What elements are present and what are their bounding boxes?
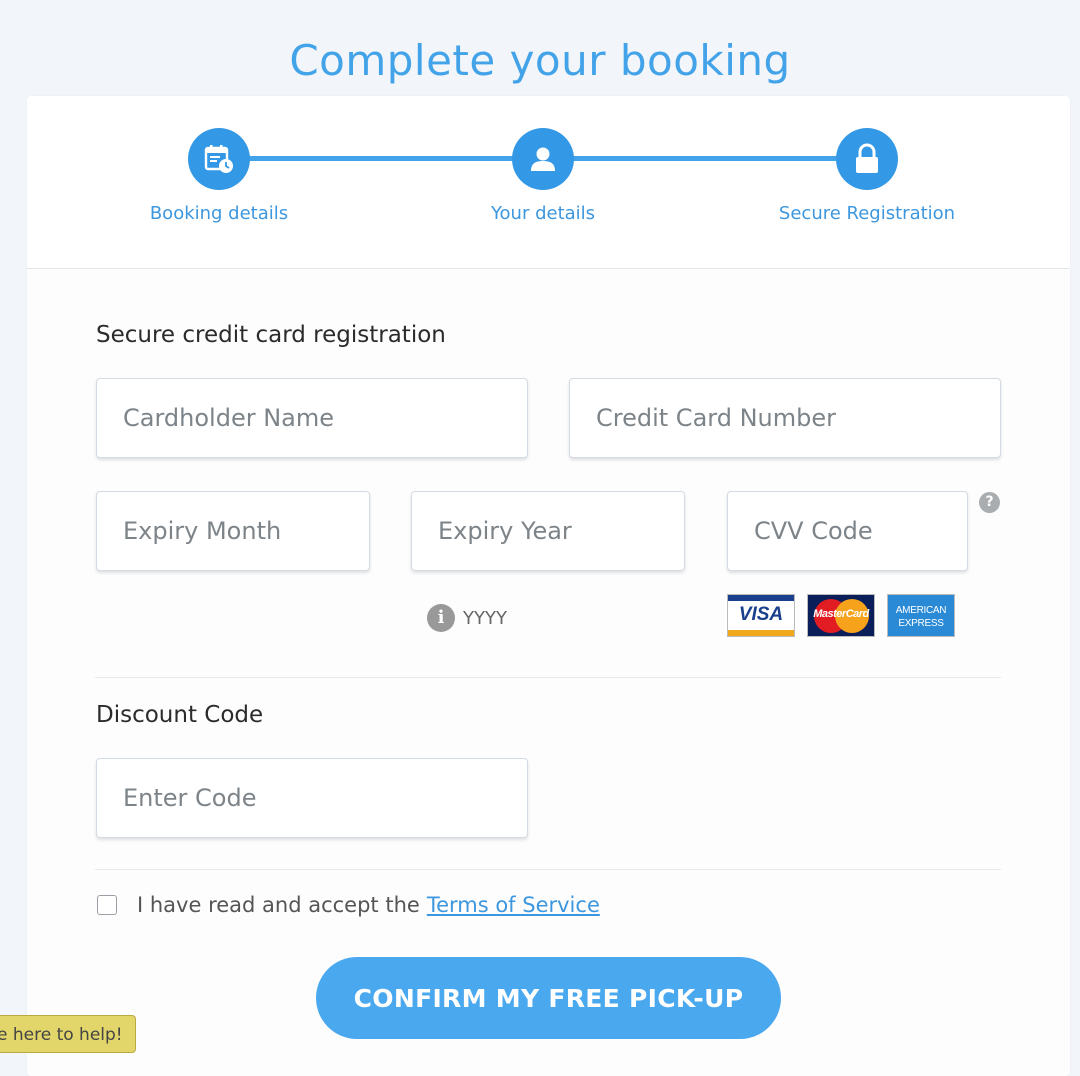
discount-code-input[interactable] xyxy=(96,758,528,838)
credit-card-section-title: Secure credit card registration xyxy=(96,322,446,348)
confirm-pickup-button[interactable]: CONFIRM MY FREE PICK-UP xyxy=(316,957,781,1039)
lock-icon xyxy=(836,128,898,190)
page-title: Complete your booking xyxy=(289,36,791,86)
user-icon xyxy=(512,128,574,190)
question-mark-icon[interactable]: ? xyxy=(979,492,1000,513)
expiry-year-input[interactable] xyxy=(411,491,685,571)
terms-checkbox[interactable] xyxy=(97,895,117,915)
terms-row: I have read and accept the Terms of Serv… xyxy=(97,893,600,917)
progress-steps: Booking details Your details Secure Regi… xyxy=(27,96,1070,269)
booking-card: Booking details Your details Secure Regi… xyxy=(27,96,1070,1076)
visa-logo: VISA xyxy=(727,594,795,637)
step-secure-registration[interactable]: Secure Registration xyxy=(747,128,987,224)
divider xyxy=(95,677,1001,678)
accepted-cards: VISA MasterCard AMERICAN EXPRESS xyxy=(727,594,955,637)
divider xyxy=(95,869,1001,870)
american-express-logo: AMERICAN EXPRESS xyxy=(887,594,955,637)
cardholder-name-input[interactable] xyxy=(96,378,528,458)
year-format-text: YYYY xyxy=(463,607,507,629)
terms-text: I have read and accept the xyxy=(137,893,420,917)
cvv-code-input[interactable] xyxy=(727,491,968,571)
terms-of-service-link[interactable]: Terms of Service xyxy=(427,893,600,917)
credit-card-number-input[interactable] xyxy=(569,378,1001,458)
step-label: Your details xyxy=(490,203,596,224)
calendar-clock-icon xyxy=(188,128,250,190)
info-icon: i xyxy=(427,604,455,632)
step-label: Secure Registration xyxy=(778,203,956,224)
step-your-details[interactable]: Your details xyxy=(423,128,663,224)
discount-section-title: Discount Code xyxy=(96,702,264,728)
expiry-month-input[interactable] xyxy=(96,491,370,571)
step-label: Booking details xyxy=(149,203,289,224)
mastercard-logo: MasterCard xyxy=(807,594,875,637)
help-tab[interactable]: e here to help! xyxy=(0,1015,136,1053)
year-format-hint: i YYYY xyxy=(427,604,507,632)
step-booking-details[interactable]: Booking details xyxy=(99,128,339,224)
